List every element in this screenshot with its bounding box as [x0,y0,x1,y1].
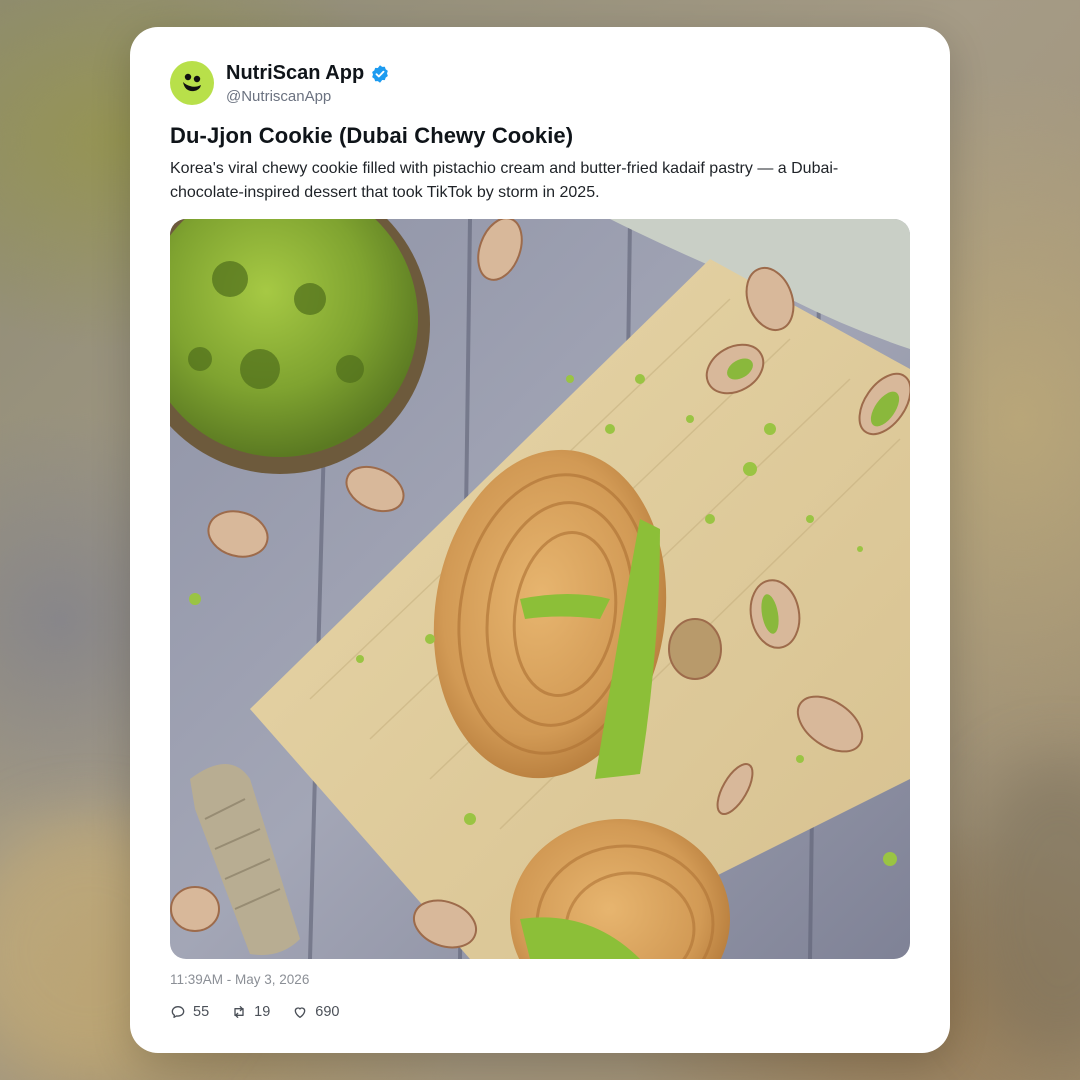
nutriscan-logo-icon [183,73,201,92]
repost-icon [234,1006,244,1018]
repost-count: 19 [254,1004,271,1020]
avatar[interactable] [170,61,214,105]
verified-badge-icon [372,64,388,83]
like-count: 690 [315,1004,340,1020]
reply-icon [171,1006,185,1018]
post-image[interactable] [170,219,910,959]
post-description: Korea's viral chewy cookie filled with p… [170,160,839,201]
post-timestamp[interactable]: 11:39AM - May 3, 2026 [170,972,309,987]
heart-icon [294,1007,306,1018]
like-button[interactable]: 690 [292,1004,339,1020]
cookie-photo [170,219,910,959]
repost-button[interactable]: 19 [231,1004,270,1020]
author-name[interactable]: NutriScan App [226,62,364,85]
reply-count: 55 [193,1004,210,1020]
author-handle[interactable]: @NutriscanApp [226,88,331,105]
post-card: NutriScan App @NutriscanApp Du-Jjon Cook… [130,27,950,1053]
post-title: Du-Jjon Cookie (Dubai Chewy Cookie) [170,123,574,148]
reply-button[interactable]: 55 [170,1004,209,1020]
engagement-bar: 55 19 690 [170,1004,339,1020]
author-row: NutriScan App [226,62,390,85]
